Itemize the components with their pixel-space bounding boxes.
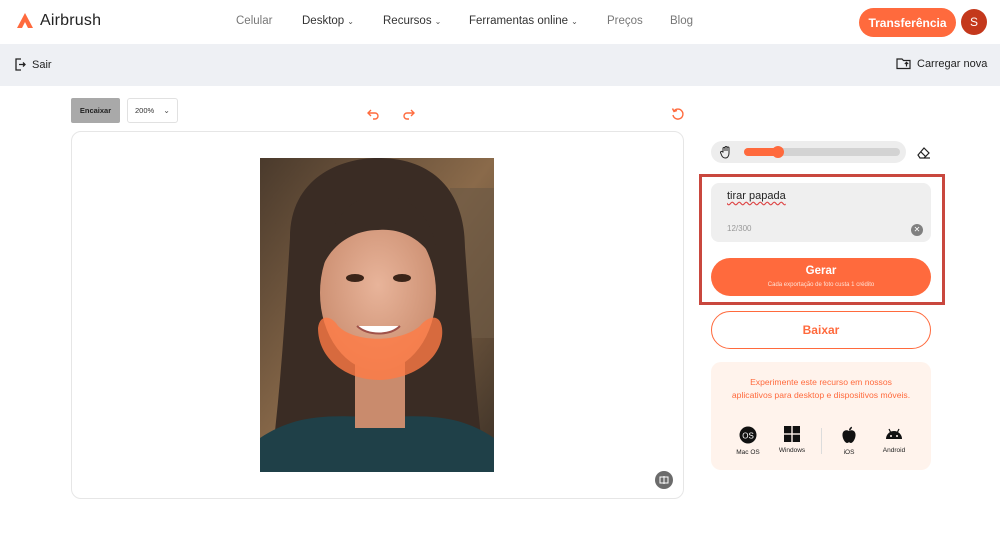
compare-button[interactable] bbox=[655, 471, 673, 489]
airbrush-logo-icon bbox=[17, 13, 33, 28]
nav-precos-label: Preços bbox=[607, 15, 643, 27]
windows-icon bbox=[784, 426, 800, 442]
exit-label: Sair bbox=[32, 58, 52, 71]
editor-subbar: Sair Carregar nova bbox=[0, 44, 1000, 86]
nav-celular-label: Celular bbox=[236, 15, 273, 27]
macos-icon: OS bbox=[739, 426, 757, 444]
transfer-button[interactable]: Transferência bbox=[859, 8, 956, 37]
platform-ios-label: iOS bbox=[843, 449, 855, 456]
platform-android[interactable]: Android bbox=[874, 426, 914, 454]
apple-icon bbox=[842, 426, 856, 443]
platform-windows-label: Windows bbox=[778, 447, 806, 454]
brand-logo[interactable]: Airbrush bbox=[16, 12, 101, 30]
clear-prompt-button[interactable]: ✕ bbox=[911, 224, 923, 236]
generate-credit-note: Cada exportação de foto custa 1 crédito bbox=[767, 282, 875, 288]
edited-photo[interactable] bbox=[260, 158, 494, 472]
chevron-down-icon: ⌄ bbox=[434, 16, 442, 26]
redo-icon[interactable] bbox=[402, 107, 416, 121]
hand-icon[interactable] bbox=[719, 145, 733, 159]
fit-button[interactable]: Encaixar bbox=[71, 98, 120, 123]
exit-button[interactable]: Sair bbox=[14, 58, 52, 71]
nav-precos[interactable]: Preços bbox=[607, 15, 643, 27]
chevron-down-icon: ⌄ bbox=[347, 16, 354, 26]
platform-macos-label: Mac OS bbox=[736, 449, 760, 456]
brand-name: Airbrush bbox=[40, 12, 102, 29]
promo-text: Experimente este recurso em nossos aplic… bbox=[731, 377, 911, 400]
prompt-char-count: 12/300 bbox=[727, 224, 752, 233]
generate-label: Gerar bbox=[805, 265, 837, 277]
nav-desktop-label: Desktop bbox=[302, 15, 345, 27]
platform-android-label: Android bbox=[882, 447, 906, 454]
zoom-select[interactable]: 200% ⌄ bbox=[127, 98, 178, 123]
portrait-image bbox=[260, 158, 494, 472]
nav-ferramentas-online[interactable]: Ferramentas online ⌄ bbox=[469, 15, 578, 27]
upload-new-button[interactable]: Carregar nova bbox=[896, 57, 987, 70]
generate-button[interactable]: Gerar Cada exportação de foto custa 1 cr… bbox=[711, 258, 931, 296]
top-nav: Airbrush Celular Desktop ⌄ Recursos ⌄ Fe… bbox=[0, 0, 1000, 44]
android-icon bbox=[886, 428, 902, 439]
download-button[interactable]: Baixar bbox=[711, 311, 931, 349]
promo-divider bbox=[821, 428, 822, 454]
exit-icon bbox=[15, 58, 26, 71]
zoom-value: 200% bbox=[135, 106, 155, 115]
nav-celular[interactable]: Celular bbox=[236, 15, 272, 27]
upload-new-label: Carregar nova bbox=[917, 57, 988, 70]
nav-recursos[interactable]: Recursos ⌄ bbox=[383, 15, 441, 27]
platform-macos[interactable]: OS Mac OS bbox=[728, 426, 768, 456]
prompt-input-value[interactable]: tirar papada bbox=[727, 190, 786, 202]
chevron-down-icon: ⌄ bbox=[163, 106, 170, 115]
compare-icon bbox=[659, 476, 669, 484]
nav-ferramentas-label: Ferramentas online bbox=[469, 15, 569, 27]
chevron-down-icon: ⌄ bbox=[571, 16, 578, 26]
folder-upload-icon bbox=[896, 58, 911, 70]
undo-icon[interactable] bbox=[366, 107, 380, 121]
eraser-icon[interactable] bbox=[916, 145, 931, 160]
user-avatar[interactable]: S bbox=[961, 9, 987, 35]
platform-ios[interactable]: iOS bbox=[829, 426, 869, 456]
nav-recursos-label: Recursos bbox=[383, 15, 432, 27]
reset-icon[interactable] bbox=[671, 107, 685, 121]
brush-size-thumb[interactable] bbox=[772, 146, 784, 158]
nav-blog[interactable]: Blog bbox=[670, 15, 693, 27]
svg-text:OS: OS bbox=[742, 432, 754, 441]
nav-blog-label: Blog bbox=[670, 15, 694, 27]
nav-desktop[interactable]: Desktop ⌄ bbox=[302, 15, 354, 27]
close-icon: ✕ bbox=[913, 225, 921, 234]
platform-windows[interactable]: Windows bbox=[772, 426, 812, 454]
